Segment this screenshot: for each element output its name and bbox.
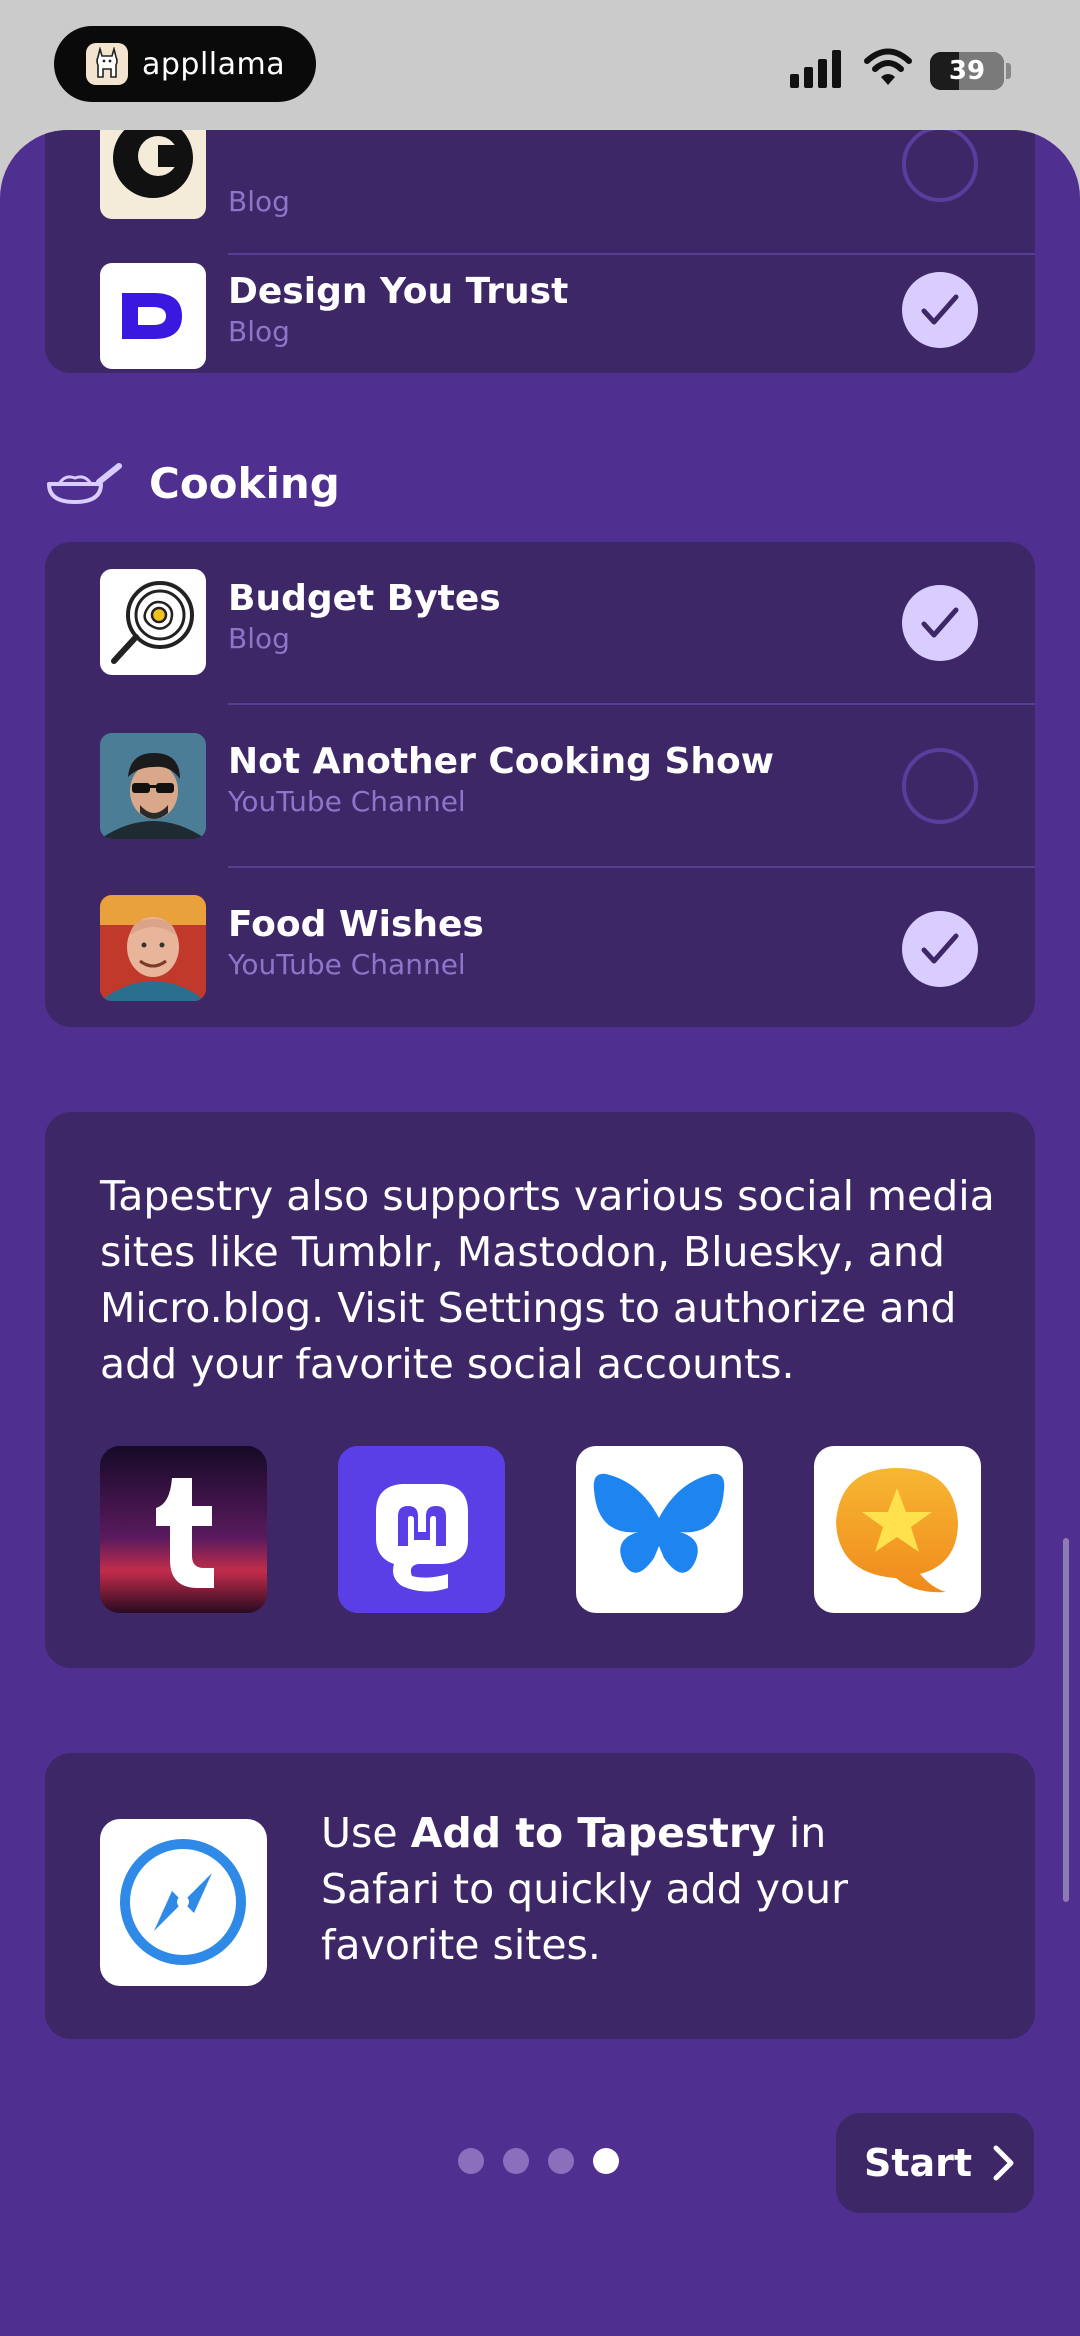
food-wishes-avatar [100,895,206,1001]
source-subtitle: YouTube Channel [228,948,466,981]
not-another-cooking-show-avatar [100,733,206,839]
battery-cap [1006,63,1011,79]
mastodon-icon [338,1446,505,1613]
status-bar: appllama 39 [0,0,1080,140]
wifi-icon [864,48,912,85]
checkmark-icon[interactable] [902,272,978,348]
source-row-food-wishes[interactable]: Food Wishes YouTube Channel [45,868,1035,1027]
start-button-label: Start [864,2141,973,2185]
source-title: Design You Trust [228,271,569,312]
onboarding-sheet[interactable]: Blog Design You Trust Blog Cooking Budge… [0,130,1080,2336]
checkmark-icon[interactable] [902,585,978,661]
app-pill-label: appllama [142,46,286,82]
section-title: Cooking [149,458,340,508]
safari-extension-card: Use Add to Tapestry in Safari to quickly… [45,1753,1035,2039]
page-dot-4-active[interactable] [593,2148,619,2174]
cellular-signal-icon [790,50,841,88]
bluesky-icon [576,1446,743,1613]
cooking-card: Budget Bytes Blog Not Another Cooking Sh… [45,542,1035,1027]
budget-bytes-logo [100,569,206,675]
tumblr-icon [100,1446,267,1613]
safari-text-bold: Add to Tapestry [410,1809,776,1857]
safari-text-prefix: Use [321,1809,411,1857]
section-header-cooking: Cooking [45,458,340,508]
unchecked-circle-icon[interactable] [902,130,978,202]
source-subtitle: Blog [228,315,290,348]
design-you-trust-logo [100,263,206,369]
start-button[interactable]: Start [836,2113,1034,2213]
social-media-card: Tapestry also supports various social me… [45,1112,1035,1668]
checkmark-icon[interactable] [902,911,978,987]
source-row-design-you-trust[interactable]: Design You Trust Blog [45,255,1035,373]
source-row-partial[interactable]: Blog [45,130,1035,253]
chevron-right-icon [993,2145,1014,2181]
source-subtitle: Blog [228,185,290,218]
safari-compass-icon [100,1819,267,1986]
source-logo-partial [100,130,206,219]
unchecked-circle-icon[interactable] [902,748,978,824]
social-media-description: Tapestry also supports various social me… [100,1172,995,1388]
battery-icon: 39 [930,52,1004,90]
source-row-budget-bytes[interactable]: Budget Bytes Blog [45,542,1035,705]
source-row-not-another-cooking-show[interactable]: Not Another Cooking Show YouTube Channel [45,705,1035,868]
page-dot-2[interactable] [503,2148,529,2174]
app-pill[interactable]: appllama [54,26,316,102]
page-dot-3[interactable] [548,2148,574,2174]
scrollbar[interactable] [1063,1538,1069,1902]
safari-instruction: Use Add to Tapestry in Safari to quickly… [321,1805,941,1973]
source-title: Not Another Cooking Show [228,741,775,782]
source-title: Food Wishes [228,904,484,945]
microblog-icon [814,1446,981,1613]
source-subtitle: Blog [228,622,290,655]
source-title: Budget Bytes [228,578,501,619]
battery-level: 39 [948,56,986,86]
llama-icon [86,43,128,85]
page-indicator[interactable] [458,2148,638,2174]
frying-pan-icon [47,463,122,504]
page-dot-1[interactable] [458,2148,484,2174]
source-subtitle: YouTube Channel [228,785,466,818]
sources-card: Blog Design You Trust Blog [45,130,1035,373]
